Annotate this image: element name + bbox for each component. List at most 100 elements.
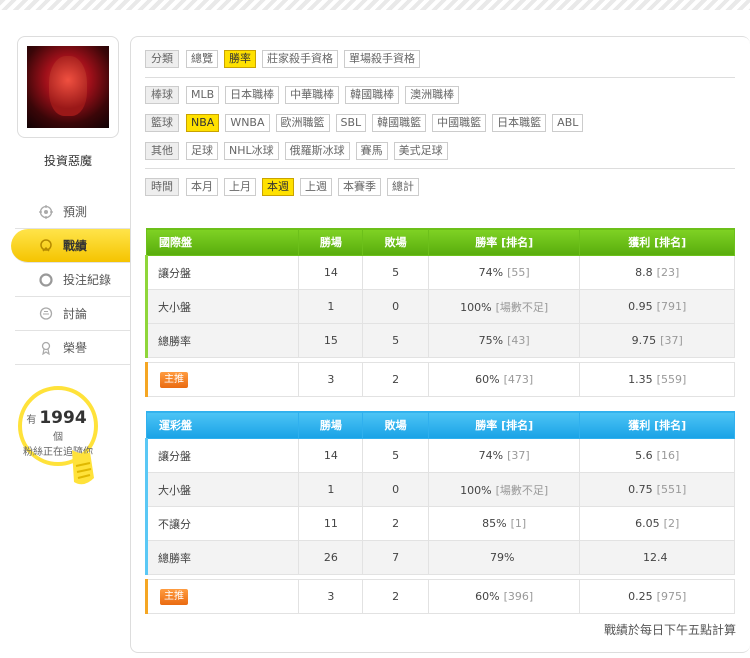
profit-rank: [37] <box>660 334 683 347</box>
filter-tag[interactable]: 本月 <box>186 178 218 196</box>
divider <box>145 168 735 169</box>
chat-icon <box>39 306 53 321</box>
rate-rank: [場數不足] <box>495 483 549 497</box>
filter-tag[interactable]: 中國職籃 <box>432 114 487 132</box>
profit-rank: [2] <box>663 517 680 530</box>
sidebar-item-label: 預測 <box>63 205 88 219</box>
rate-value: 100% <box>460 300 492 314</box>
profit-cell: 12.4 <box>579 540 735 575</box>
filter-tag[interactable]: 美式足球 <box>393 142 448 160</box>
rate-value: 60% <box>475 373 500 386</box>
filter-tag[interactable]: 韓國職棒 <box>345 86 400 104</box>
column-header: 勝率 [排名] <box>427 228 581 256</box>
filter-tag[interactable]: SBL <box>335 114 367 132</box>
row-label: 不讓分 <box>144 506 300 541</box>
filter-tag[interactable]: 足球 <box>186 142 218 160</box>
filter-tag[interactable]: 中華職棒 <box>285 86 340 104</box>
filter-tag[interactable]: 總覽 <box>186 50 218 68</box>
sidebar-item-record[interactable]: 戰績 <box>11 229 139 263</box>
filter-tag[interactable]: 上月 <box>224 178 256 196</box>
table-row: 讓分盤 14 5 74% [55] 8.8 [23] <box>144 255 735 290</box>
filter-tag[interactable]: 莊家殺手資格 <box>262 50 338 68</box>
main-pick-badge[interactable]: 主推 <box>160 588 188 605</box>
filter-tag[interactable]: 單場殺手資格 <box>344 50 420 68</box>
main-pick-badge[interactable]: 主推 <box>160 371 188 388</box>
sidebar-item-label: 戰績 <box>63 239 88 253</box>
sidebar-item-label: 榮譽 <box>63 341 88 355</box>
fans-unit: 個 <box>53 432 63 443</box>
filter-label: 籃球 <box>145 114 179 132</box>
user-name[interactable]: 投資惡魔 <box>15 152 121 169</box>
rate-rank: [37] <box>507 449 530 462</box>
filter-tag-selected[interactable]: NBA <box>186 114 220 132</box>
row-label: 總勝率 <box>144 540 300 575</box>
sidebar-item-honor[interactable]: 榮譽 <box>15 331 130 365</box>
filter-time: 時間 本月 上月 本週 上週 本賽季 總計 <box>145 178 425 196</box>
main-panel: 分類 總覽 勝率 莊家殺手資格 單場殺手資格 棒球 MLB 日本職棒 中華職棒 … <box>130 36 750 653</box>
fans-prefix: 有 <box>26 415 37 426</box>
lose-cell: 2 <box>362 506 429 541</box>
rate-rank: [473] <box>503 373 534 386</box>
top-border <box>0 0 750 10</box>
sidebar-item-history[interactable]: 投注紀錄 <box>15 263 130 297</box>
lose-cell: 5 <box>362 323 429 358</box>
sidebar-item-label: 投注紀錄 <box>63 273 112 287</box>
sidebar: 投資惡魔 預測 戰績 投注紀錄 討論 榮譽 <box>11 36 139 365</box>
filter-tag[interactable]: 上週 <box>300 178 332 196</box>
profit-value: 5.6 <box>635 449 653 462</box>
rate-cell: 75% [43] <box>427 323 581 358</box>
profit-value: 1.35 <box>628 373 653 386</box>
profit-rank: [791] <box>656 300 687 313</box>
sidebar-item-predict[interactable]: 預測 <box>15 195 130 229</box>
table-row: 不讓分 11 2 85% [1] 6.05 [2] <box>144 506 735 541</box>
row-label: 讓分盤 <box>144 438 300 473</box>
sidebar-item-discuss[interactable]: 討論 <box>15 297 130 331</box>
filter-tag[interactable]: 韓國職籃 <box>372 114 427 132</box>
filter-tag[interactable]: 日本職棒 <box>225 86 280 104</box>
filter-tag[interactable]: NHL冰球 <box>224 142 279 160</box>
profit-value: 0.25 <box>628 590 653 603</box>
filter-tag[interactable]: ABL <box>552 114 584 132</box>
profit-cell: 8.8 [23] <box>579 255 735 290</box>
filter-label: 時間 <box>145 178 179 196</box>
column-header: 運彩盤 <box>145 411 300 439</box>
filter-other: 其他 足球 NHL冰球 俄羅斯冰球 賽馬 美式足球 <box>145 142 454 160</box>
rate-cell: 85% [1] <box>427 506 581 541</box>
filter-tag[interactable]: MLB <box>186 86 220 104</box>
filter-tag[interactable]: 賽馬 <box>355 142 388 160</box>
profit-value: 12.4 <box>642 551 668 564</box>
profit-rank: [975] <box>656 590 687 603</box>
main-pick-cell: 主推 <box>144 362 300 397</box>
lose-cell: 0 <box>362 289 429 324</box>
filter-tag[interactable]: 俄羅斯冰球 <box>284 142 350 160</box>
filter-tag[interactable]: 歐洲職籃 <box>275 114 330 132</box>
win-cell: 3 <box>298 362 364 397</box>
filter-tag-selected[interactable]: 勝率 <box>224 50 256 68</box>
filter-tag[interactable]: 日本職籃 <box>492 114 547 132</box>
divider <box>145 77 735 78</box>
rate-rank: [396] <box>503 590 534 603</box>
main-pick-row: 主推 3 2 60% [473] 1.35 [559] <box>144 362 735 397</box>
filter-tag-selected[interactable]: 本週 <box>262 178 294 196</box>
avatar[interactable] <box>27 46 109 128</box>
filter-label: 棒球 <box>145 86 179 104</box>
filter-tag[interactable]: 本賽季 <box>338 178 381 196</box>
column-header: 獲利 [排名] <box>579 411 735 439</box>
filter-tag[interactable]: 澳洲職棒 <box>405 86 460 104</box>
main-pick-row: 主推 3 2 60% [396] 0.25 [975] <box>144 579 735 614</box>
win-cell: 15 <box>298 323 364 358</box>
column-header: 勝場 <box>298 228 364 256</box>
table-row: 大小盤 1 0 100% [場數不足] 0.75 [551] <box>144 472 735 507</box>
rate-rank: [場數不足] <box>495 300 549 314</box>
rate-value: 79% <box>489 551 515 564</box>
profit-cell: 5.6 [16] <box>579 438 735 473</box>
profit-cell: 6.05 [2] <box>579 506 735 541</box>
filter-baseball: 棒球 MLB 日本職棒 中華職棒 韓國職棒 澳洲職棒 <box>145 86 465 104</box>
rate-value: 85% <box>482 517 507 530</box>
rate-value: 100% <box>460 483 492 497</box>
column-header: 獲利 [排名] <box>579 228 735 256</box>
profit-value: 0.75 <box>628 483 653 496</box>
filter-tag[interactable]: WNBA <box>225 114 270 132</box>
history-icon <box>39 272 53 287</box>
filter-tag[interactable]: 總計 <box>387 178 419 196</box>
